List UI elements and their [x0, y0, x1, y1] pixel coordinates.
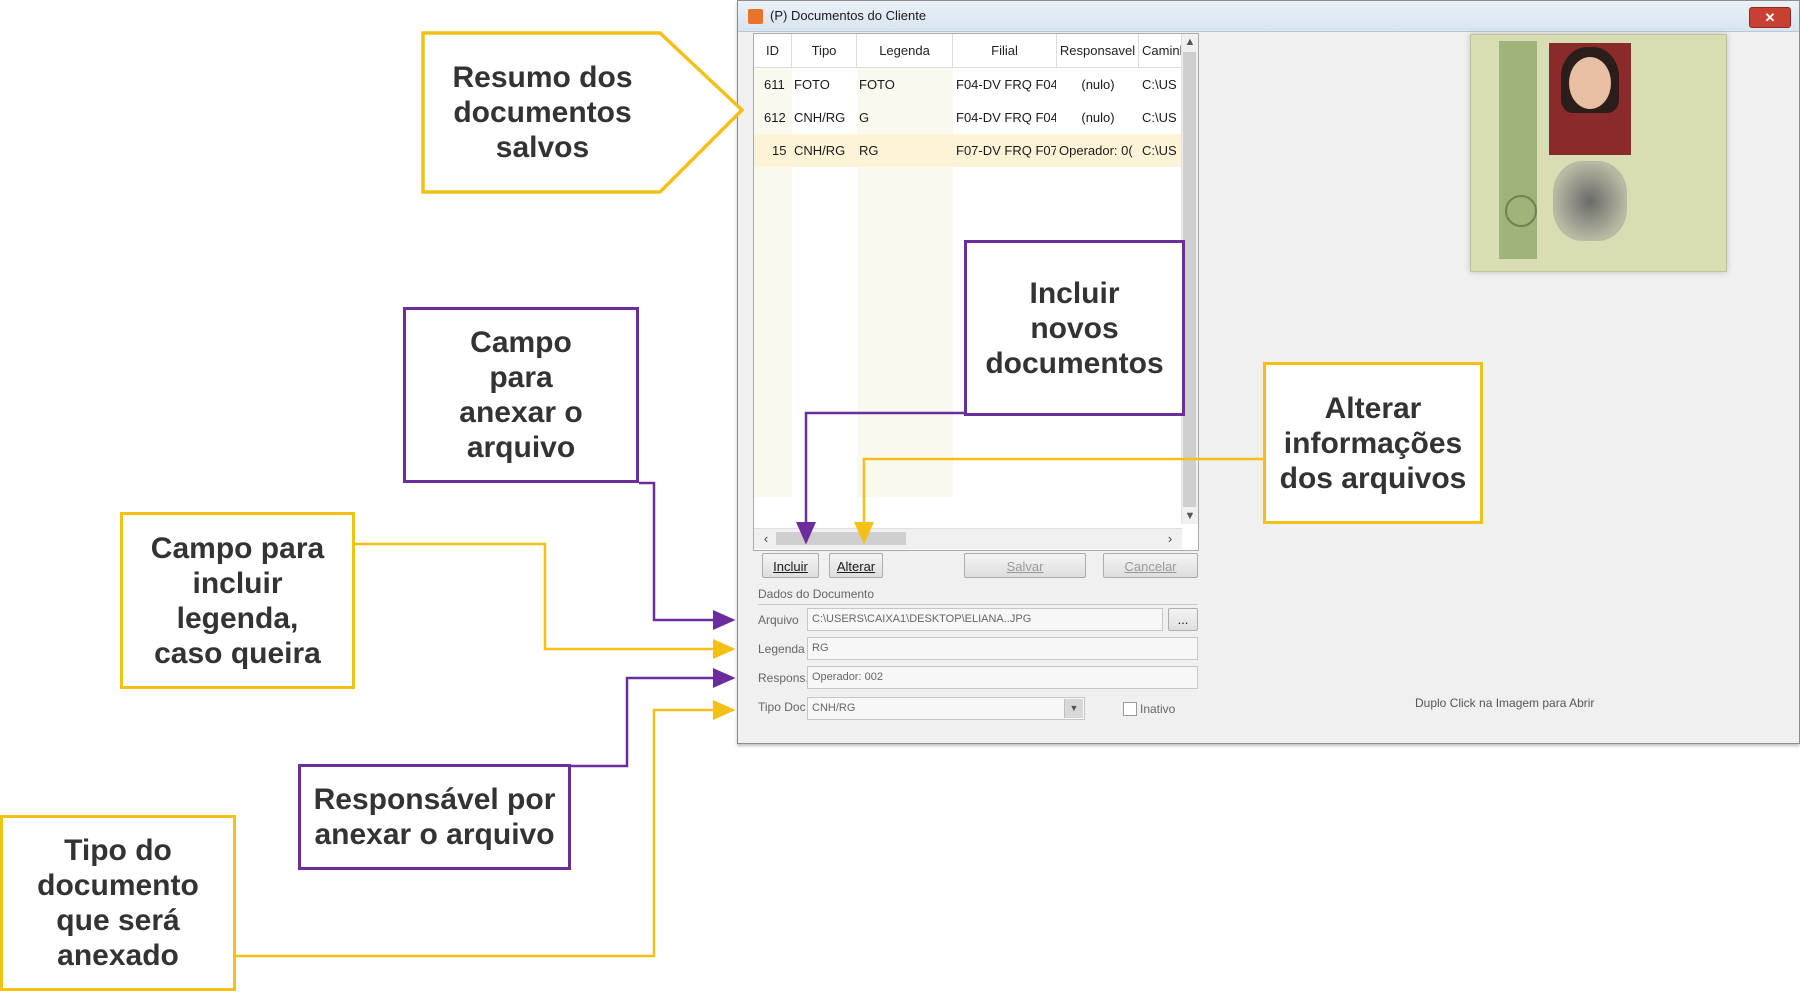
scroll-up-icon[interactable]: ▲ — [1182, 34, 1198, 50]
window-title: (P) Documentos do Cliente — [770, 8, 927, 23]
cell-caminho: C:\US — [1142, 143, 1177, 158]
cell-tipo: FOTO — [794, 77, 830, 92]
app-icon — [748, 9, 763, 24]
chevron-down-icon[interactable]: ▼ — [1064, 699, 1083, 718]
scroll-down-icon[interactable]: ▼ — [1182, 508, 1198, 524]
incluir-button[interactable]: Incluir — [762, 553, 819, 578]
document-image-preview[interactable] — [1470, 34, 1727, 272]
signature-image — [1637, 55, 1707, 245]
horizontal-scroll-thumb[interactable] — [776, 532, 906, 545]
cell-caminho: C:\US — [1142, 110, 1177, 125]
arquivo-label: Arquivo — [758, 613, 799, 627]
callout-tipo-documento: Tipo do documento que será anexado — [0, 815, 236, 991]
cell-id: 611 — [764, 77, 785, 92]
legenda-label: Legenda — [758, 642, 805, 656]
horizontal-scrollbar[interactable]: ‹ › — [754, 528, 1182, 549]
cell-legenda: FOTO — [859, 77, 895, 92]
id-seal-icon — [1505, 195, 1537, 227]
scroll-right-icon[interactable]: › — [1162, 529, 1178, 549]
cell-legenda: RG — [859, 143, 879, 158]
responsavel-label: Respons. — [758, 671, 809, 685]
connector-responsavel — [571, 668, 736, 768]
table-row[interactable]: 611 FOTO FOTO F04-DV FRQ F04 (nulo) C:\U… — [754, 68, 1182, 101]
section-title-dados-do-documento: Dados do Documento — [758, 587, 875, 601]
cell-responsavel: (nulo) — [1081, 110, 1115, 125]
callout-incluir-novos: Incluir novos documentos — [964, 240, 1185, 416]
column-header-legenda[interactable]: Legenda — [857, 34, 953, 67]
cell-legenda: G — [859, 110, 870, 125]
cell-tipo: CNH/RG — [794, 143, 846, 158]
id-portrait — [1549, 43, 1631, 155]
image-open-hint: Duplo Click na Imagem para Abrir — [1415, 696, 1595, 710]
cell-id: 612 — [764, 110, 786, 125]
close-button[interactable]: ✕ — [1749, 7, 1791, 28]
callout-resumo-documentos: Resumo dos documentos salvos — [425, 35, 660, 190]
cell-caminho: C:\US — [1142, 77, 1177, 92]
connector-legenda — [355, 542, 736, 659]
tipo-doc-select[interactable]: CNH/RG ▼ — [807, 697, 1085, 720]
grid-header: ID Tipo Legenda Filial Responsavel Camin… — [754, 34, 1182, 68]
column-header-responsavel[interactable]: Responsavel — [1057, 34, 1139, 67]
column-header-caminho[interactable]: Caminl — [1139, 34, 1182, 67]
legenda-field[interactable]: RG — [807, 637, 1198, 660]
cancelar-button[interactable]: Cancelar — [1103, 553, 1198, 578]
callout-alterar-informacoes: Alterar informações dos arquivos — [1263, 362, 1483, 524]
section-divider — [758, 604, 1198, 605]
inativo-checkbox[interactable] — [1123, 702, 1137, 716]
table-row[interactable]: 612 CNH/RG G F04-DV FRQ F04 (nulo) C:\US — [754, 101, 1182, 134]
cell-filial: F07-DV FRQ F07 — [956, 143, 1056, 158]
connector-arquivo — [639, 481, 736, 630]
alterar-button[interactable]: Alterar — [829, 553, 883, 578]
cell-filial: F04-DV FRQ F04 — [956, 77, 1056, 92]
portrait-face — [1569, 57, 1611, 109]
salvar-button[interactable]: Salvar — [964, 553, 1086, 578]
tipo-doc-label: Tipo Doc — [758, 700, 806, 714]
arquivo-field[interactable]: C:\USERS\CAIXA1\DESKTOP\ELIANA..JPG — [807, 608, 1163, 631]
column-header-tipo[interactable]: Tipo — [792, 34, 857, 67]
callout-campo-legenda: Campo para incluir legenda, caso queira — [120, 512, 355, 689]
callout-responsavel: Responsável por anexar o arquivo — [298, 764, 571, 870]
callout-campo-anexar: Campo para anexar o arquivo — [403, 307, 639, 483]
cell-tipo: CNH/RG — [794, 110, 846, 125]
title-bar: (P) Documentos do Cliente ✕ — [738, 1, 1799, 32]
fingerprint-icon — [1553, 161, 1627, 241]
responsavel-field[interactable]: Operador: 002 — [807, 666, 1198, 689]
cell-responsavel: Operador: 0( — [1059, 143, 1133, 158]
column-header-id[interactable]: ID — [754, 34, 792, 67]
cell-id: 15 — [772, 143, 787, 158]
scroll-left-icon[interactable]: ‹ — [758, 529, 774, 549]
inativo-label: Inativo — [1140, 702, 1176, 716]
column-header-filial[interactable]: Filial — [953, 34, 1057, 67]
browse-file-button[interactable]: ... — [1168, 608, 1198, 631]
cell-responsavel: (nulo) — [1081, 77, 1115, 92]
cell-filial: F04-DV FRQ F04 — [956, 110, 1056, 125]
table-row-selected[interactable]: 15 CNH/RG RG F07-DV FRQ F07 Operador: 0(… — [754, 134, 1182, 167]
tipo-doc-value: CNH/RG — [812, 702, 856, 714]
